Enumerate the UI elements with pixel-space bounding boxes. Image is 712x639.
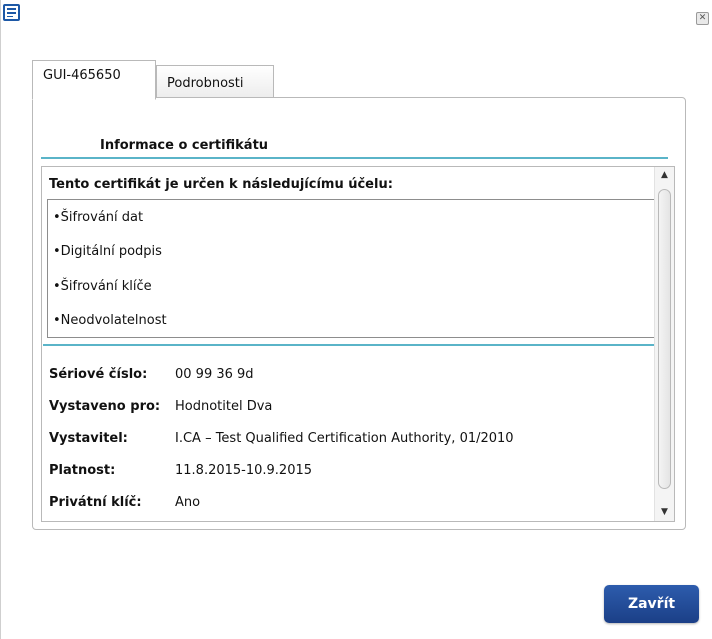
tab-gui-465650[interactable]: GUI-465650 (32, 60, 156, 100)
section-title: Informace o certifikátu (100, 138, 269, 153)
list-item: •Šifrování klíče (53, 279, 152, 294)
certificate-panel: Informace o certifikátu Tento certifikát… (32, 97, 686, 530)
vertical-scrollbar[interactable]: ▲ ▼ (654, 167, 674, 521)
window-close-icon[interactable]: ✕ (696, 12, 709, 25)
document-window-icon (3, 4, 20, 21)
scroll-up-icon[interactable]: ▲ (655, 167, 674, 184)
scroll-thumb[interactable] (658, 189, 671, 489)
certificate-dialog: ✕ GUI-465650 Podrobnosti Informace o cer… (0, 0, 712, 639)
issuer-value: I.CA – Test Qualified Certification Auth… (175, 431, 514, 446)
purpose-list: •Šifrování dat •Digitální podpis •Šifrov… (47, 199, 666, 338)
scroll-down-icon[interactable]: ▼ (655, 504, 674, 521)
list-item: •Šifrování dat (53, 210, 144, 225)
tab-podrobnosti[interactable]: Podrobnosti (156, 65, 274, 98)
close-button[interactable]: Zavřít (604, 585, 699, 623)
purpose-heading: Tento certifikát je určen k následujícím… (49, 177, 393, 192)
private-key-value: Ano (175, 495, 201, 510)
issued-to-value: Hodnotitel Dva (175, 399, 273, 414)
title-bar: ✕ (1, 0, 712, 25)
serial-number-value: 00 99 36 9d (175, 367, 254, 382)
list-item: •Neodvolatelnost (53, 313, 167, 328)
validity-value: 11.8.2015-10.9.2015 (175, 463, 313, 478)
issuer-label: Vystavitel: (49, 431, 128, 446)
validity-label: Platnost: (49, 463, 116, 478)
issued-to-label: Vystaveno pro: (49, 399, 161, 414)
serial-number-label: Sériové číslo: (49, 367, 148, 382)
private-key-label: Privátní klíč: (49, 495, 142, 510)
certificate-info-scroll-area[interactable]: Tento certifikát je určen k následujícím… (41, 166, 675, 522)
section-divider (41, 157, 668, 159)
details-divider (43, 344, 666, 346)
list-item: •Digitální podpis (53, 244, 162, 259)
